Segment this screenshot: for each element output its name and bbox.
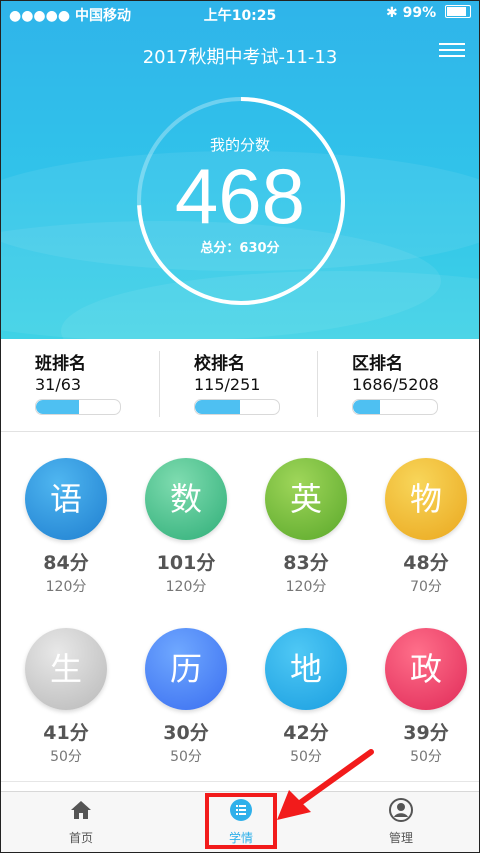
subject-full-score: 50分 (410, 749, 442, 765)
rank-progress-bar (194, 399, 280, 415)
rank-name: 区排名 (352, 354, 403, 374)
subject-score: 84分 (43, 552, 89, 574)
rank-value: 115/251 (194, 375, 261, 394)
subject-item-history[interactable]: 历 30分 50分 (126, 628, 246, 766)
tab-manage-label: 管理 (388, 831, 413, 845)
subject-item-english[interactable]: 英 83分 120分 (246, 458, 366, 596)
subject-badge: 地 (265, 628, 347, 710)
rank-panel: 班排名 31/63 校排名 115/251 区排名 1686/5208 (1, 339, 479, 432)
subject-badge: 语 (25, 458, 107, 540)
subject-full-score: 70分 (410, 579, 442, 595)
score-value: 468 (174, 152, 306, 240)
rank-progress-fill (195, 400, 241, 414)
subject-full-score: 120分 (45, 579, 87, 595)
divider (159, 351, 160, 417)
subject-item-chinese[interactable]: 语 84分 120分 (6, 458, 126, 596)
subject-full-score: 50分 (50, 749, 82, 765)
rank-value: 31/63 (35, 375, 82, 394)
subject-badge: 政 (385, 628, 467, 710)
subject-score: 101分 (156, 552, 216, 574)
subject-full-score: 120分 (285, 579, 327, 595)
subject-grid: 语 84分 120分 数 101分 120分 英 83分 120分 物 48分 … (1, 432, 479, 792)
subject-badge: 生 (25, 628, 107, 710)
menu-icon (439, 43, 465, 45)
rank-progress-fill (36, 400, 79, 414)
divider (1, 781, 479, 782)
subject-score: 48分 (403, 552, 449, 574)
status-bar: ●●●●● 中国移动 上午10:25 ✱ 99% (1, 1, 479, 27)
rank-value: 1686/5208 (352, 375, 439, 394)
user-icon (389, 798, 413, 822)
battery-icon (445, 5, 471, 18)
subject-full-score: 120分 (165, 579, 207, 595)
score-total: 总分：630分 (200, 241, 280, 256)
battery-status: ✱ 99% (386, 5, 471, 21)
subject-item-biology[interactable]: 生 41分 50分 (6, 628, 126, 766)
subject-badge: 物 (385, 458, 467, 540)
home-icon (71, 801, 91, 819)
menu-button[interactable] (439, 39, 465, 61)
subject-item-politics[interactable]: 政 39分 50分 (366, 628, 480, 766)
subject-badge: 历 (145, 628, 227, 710)
tab-home-label: 首页 (68, 831, 93, 845)
subject-badge: 数 (145, 458, 227, 540)
bluetooth-icon: ✱ (386, 5, 398, 21)
subject-score: 30分 (163, 722, 209, 744)
subject-score: 39分 (403, 722, 449, 744)
divider (317, 351, 318, 417)
subject-score: 42分 (283, 722, 329, 744)
rank-progress-fill (353, 400, 380, 414)
arrow-annotation (277, 749, 374, 820)
exam-title: 2017秋期中考试-11-13 (142, 47, 338, 68)
battery-percent: 99% (402, 5, 437, 21)
subject-score: 41分 (43, 722, 89, 744)
subject-full-score: 50分 (170, 749, 202, 765)
highlight-box (205, 793, 277, 849)
tab-home[interactable]: 首页 (21, 798, 141, 846)
subject-score: 83分 (283, 552, 329, 574)
rank-progress-bar (35, 399, 121, 415)
subject-item-math[interactable]: 数 101分 120分 (126, 458, 246, 596)
subject-item-physics[interactable]: 物 48分 70分 (366, 458, 480, 596)
subject-badge: 英 (265, 458, 347, 540)
rank-name: 校排名 (194, 354, 245, 374)
rank-progress-bar (352, 399, 438, 415)
rank-name: 班排名 (35, 354, 86, 374)
